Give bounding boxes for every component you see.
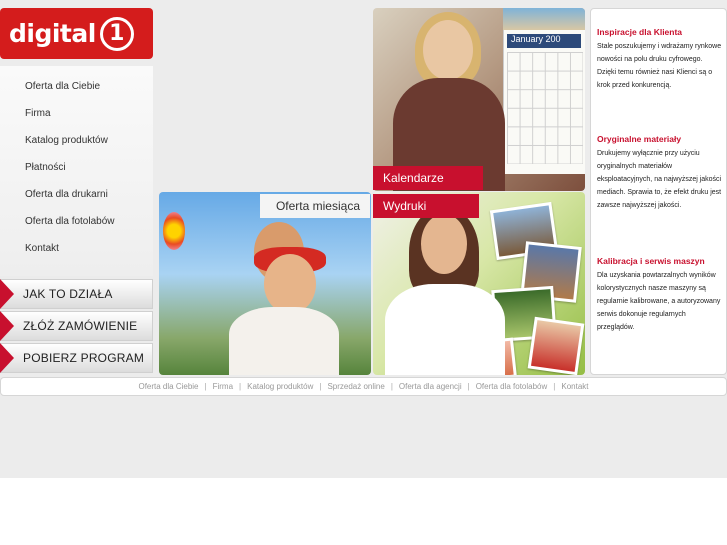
footer-link-oferta-dla-agencji[interactable]: Oferta dla agencji xyxy=(399,382,462,391)
how-it-works-label: JAK TO DZIAŁA xyxy=(23,287,113,301)
calendar-month: January 200 xyxy=(507,34,581,48)
download-program-button[interactable]: POBIERZ PROGRAM xyxy=(0,343,153,373)
offer-of-the-month-label[interactable]: Oferta miesiąca xyxy=(260,194,370,218)
how-it-works-button[interactable]: JAK TO DZIAŁA xyxy=(0,279,153,309)
footer-link-firma[interactable]: Firma xyxy=(213,382,233,391)
info-section-materials: Oryginalne materiały Drukujemy wyłącznie… xyxy=(597,134,723,212)
info-section-inspiration: Inspiracje dla Klienta Stale poszukujemy… xyxy=(597,27,723,92)
info-section-calibration: Kalibracja i serwis maszyn Dla uzyskania… xyxy=(597,256,723,334)
photo-print xyxy=(527,316,585,375)
woman-face xyxy=(421,214,467,274)
prints-label[interactable]: Wydruki xyxy=(373,194,479,218)
info-text: Stale poszukujemy i wdrażamy rynkowe now… xyxy=(597,43,722,89)
main-menu: Oferta dla Ciebie Firma Katalog produktó… xyxy=(0,66,153,276)
calendar-grid xyxy=(507,52,583,164)
arrow-right-icon xyxy=(0,311,14,341)
logo-number: 1 xyxy=(99,16,134,51)
info-title: Oryginalne materiały xyxy=(597,134,682,144)
woman-body xyxy=(385,284,505,375)
footer-link-sprzedaz-online[interactable]: Sprzedaż online xyxy=(327,382,384,391)
calendar-picture xyxy=(503,8,585,30)
footer-separator: | xyxy=(319,382,322,391)
menu-item-firma[interactable]: Firma xyxy=(25,108,51,119)
place-order-button[interactable]: ZŁÓŻ ZAMÓWIENIE xyxy=(0,311,153,341)
offer-of-the-month-tile[interactable] xyxy=(159,192,371,375)
footer-separator: | xyxy=(553,382,556,391)
menu-item-oferta-dla-fotolabow[interactable]: Oferta dla fotolabów xyxy=(25,216,115,227)
white-dress xyxy=(229,307,339,375)
pinwheel-icon xyxy=(163,212,185,250)
menu-item-platnosci[interactable]: Płatności xyxy=(25,162,66,173)
info-text: Drukujemy wyłącznie przy użyciu oryginal… xyxy=(597,150,722,209)
footer-separator: | xyxy=(467,382,470,391)
menu-item-kontakt[interactable]: Kontakt xyxy=(25,243,59,254)
woman-face xyxy=(264,254,316,314)
footer-link-oferta-dla-ciebie[interactable]: Oferta dla Ciebie xyxy=(138,382,198,391)
info-title: Kalibracja i serwis maszyn xyxy=(597,256,705,266)
arrow-right-icon xyxy=(0,279,14,309)
woman-face xyxy=(423,20,473,80)
menu-item-katalog-produktow[interactable]: Katalog produktów xyxy=(25,135,108,146)
footer-nav: Oferta dla Ciebie | Firma | Katalog prod… xyxy=(0,377,727,396)
info-title: Inspiracje dla Klienta xyxy=(597,27,683,37)
footer-link-katalog-produktow[interactable]: Katalog produktów xyxy=(247,382,313,391)
calendars-label[interactable]: Kalendarze xyxy=(373,166,483,190)
footer-separator: | xyxy=(390,382,393,391)
info-panel: Inspiracje dla Klienta Stale poszukujemy… xyxy=(590,8,727,375)
footer-link-oferta-dla-fotolabow[interactable]: Oferta dla fotolabów xyxy=(476,382,548,391)
page: digital 1 Oferta dla Ciebie Firma Katalo… xyxy=(0,0,727,545)
footer-link-kontakt[interactable]: Kontakt xyxy=(561,382,588,391)
arrow-right-icon xyxy=(0,343,14,373)
calendars-tile[interactable]: January 200 xyxy=(373,8,585,191)
menu-item-oferta-dla-ciebie[interactable]: Oferta dla Ciebie xyxy=(25,81,100,92)
prints-tile[interactable] xyxy=(373,192,585,375)
info-text: Dla uzyskania powtarzalnych wyników kolo… xyxy=(597,272,721,331)
logo-text: digital xyxy=(9,19,96,48)
place-order-label: ZŁÓŻ ZAMÓWIENIE xyxy=(23,319,138,333)
footer-separator: | xyxy=(239,382,242,391)
download-program-label: POBIERZ PROGRAM xyxy=(23,351,145,365)
footer-separator: | xyxy=(204,382,207,391)
menu-item-oferta-dla-drukarni[interactable]: Oferta dla drukarni xyxy=(25,189,108,200)
logo[interactable]: digital 1 xyxy=(0,8,153,59)
